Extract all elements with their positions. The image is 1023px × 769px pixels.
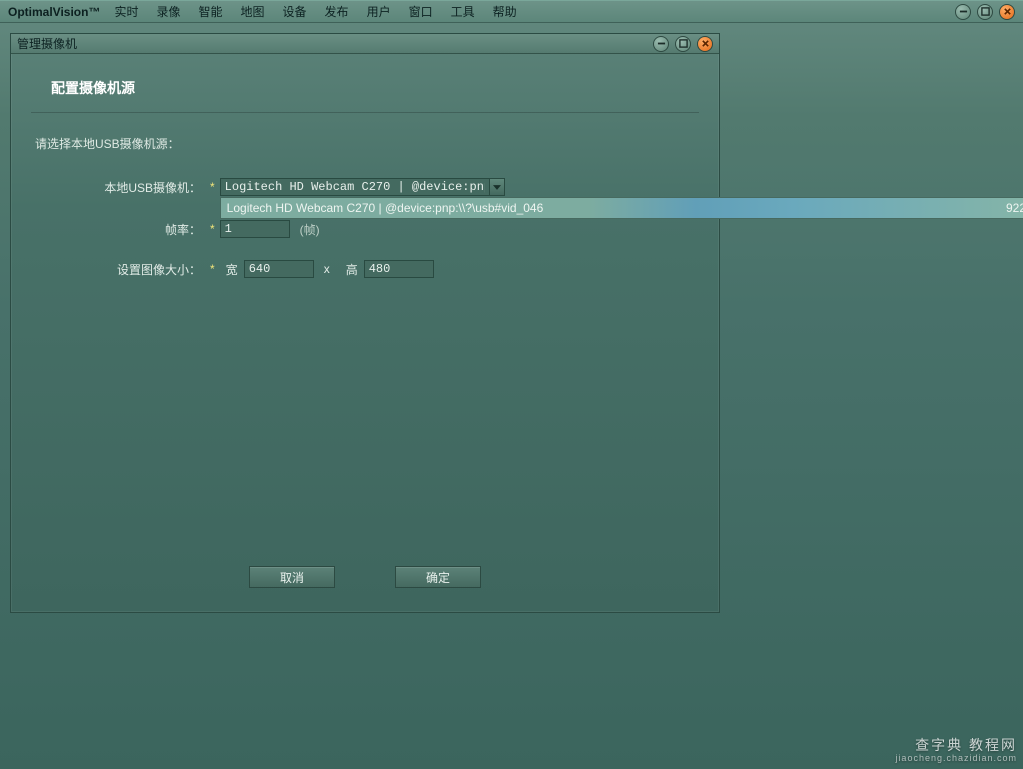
dialog-window-controls	[653, 36, 713, 52]
fps-input[interactable]	[220, 220, 290, 238]
required-marker: *	[210, 222, 215, 236]
times-label: x	[324, 262, 330, 276]
fps-hint: (帧)	[300, 221, 320, 238]
menubar: 实时 录像 智能 地图 设备 发布 用户 窗口 工具 帮助	[114, 3, 516, 20]
dialog-minimize-button[interactable]	[653, 36, 669, 52]
menu-intelligent[interactable]: 智能	[199, 3, 223, 20]
camera-dropdown-button[interactable]	[489, 178, 505, 196]
ok-button[interactable]: 确定	[395, 566, 481, 588]
menu-realtime[interactable]: 实时	[114, 3, 138, 20]
chevron-down-icon	[493, 185, 501, 190]
form-area: 本地USB摄像机： * Logitech HD Webcam C270 | @d…	[11, 178, 719, 278]
height-input[interactable]	[364, 260, 434, 278]
width-label: 宽	[226, 261, 238, 278]
menu-tools[interactable]: 工具	[451, 3, 475, 20]
watermark-main: 查字典 教程网	[915, 737, 1017, 753]
row-fps: 帧率： * (帧)	[35, 220, 695, 238]
watermark: 查字典 教程网 jiaocheng.chazidian.com	[895, 737, 1017, 763]
width-input[interactable]	[244, 260, 314, 278]
menu-record[interactable]: 录像	[156, 3, 180, 20]
menu-user[interactable]: 用户	[367, 3, 391, 20]
minimize-button[interactable]	[955, 4, 971, 20]
row-size: 设置图像大小： * 宽 x 高	[35, 260, 695, 278]
close-button[interactable]	[999, 4, 1015, 20]
dialog-title: 管理摄像机	[17, 35, 77, 52]
required-marker: *	[210, 262, 215, 276]
titlebar: OptimalVision™ 实时 录像 智能 地图 设备 发布 用户 窗口 工…	[0, 1, 1023, 23]
manage-camera-dialog: 管理摄像机 配置摄像机源 请选择本地USB摄像机源： 本地USB摄像机： *	[10, 33, 720, 613]
menu-window[interactable]: 窗口	[409, 3, 433, 20]
fps-label: 帧率：	[35, 221, 205, 238]
app-title: OptimalVision™	[8, 5, 100, 19]
application-window: OptimalVision™ 实时 录像 智能 地图 设备 发布 用户 窗口 工…	[0, 0, 1023, 769]
menu-publish[interactable]: 发布	[325, 3, 349, 20]
camera-input[interactable]	[220, 178, 490, 196]
menu-help[interactable]: 帮助	[493, 3, 517, 20]
watermark-sub: jiaocheng.chazidian.com	[895, 753, 1017, 763]
prompt-text: 请选择本地USB摄像机源：	[11, 113, 719, 178]
window-controls	[955, 4, 1015, 20]
camera-dropdown-item-tail: 9223	[1006, 201, 1023, 215]
dialog-titlebar: 管理摄像机	[11, 34, 719, 54]
menu-device[interactable]: 设备	[283, 3, 307, 20]
row-camera: 本地USB摄像机： * Logitech HD Webcam C270 | @d…	[35, 178, 695, 196]
camera-dropdown-list[interactable]: Logitech HD Webcam C270 | @device:pnp:\\…	[220, 197, 1023, 219]
menu-map[interactable]: 地图	[241, 3, 265, 20]
camera-label: 本地USB摄像机：	[35, 179, 205, 196]
camera-select: Logitech HD Webcam C270 | @device:pnp:\\…	[220, 178, 505, 196]
button-row: 取消 确定	[11, 566, 719, 588]
section-title: 配置摄像机源	[11, 54, 719, 112]
camera-dropdown-item[interactable]: Logitech HD Webcam C270 | @device:pnp:\\…	[227, 201, 544, 215]
dialog-close-button[interactable]	[697, 36, 713, 52]
height-label: 高	[346, 261, 358, 278]
dialog-maximize-button[interactable]	[675, 36, 691, 52]
required-marker: *	[210, 180, 215, 194]
maximize-button[interactable]	[977, 4, 993, 20]
cancel-button[interactable]: 取消	[249, 566, 335, 588]
size-label: 设置图像大小：	[35, 261, 205, 278]
